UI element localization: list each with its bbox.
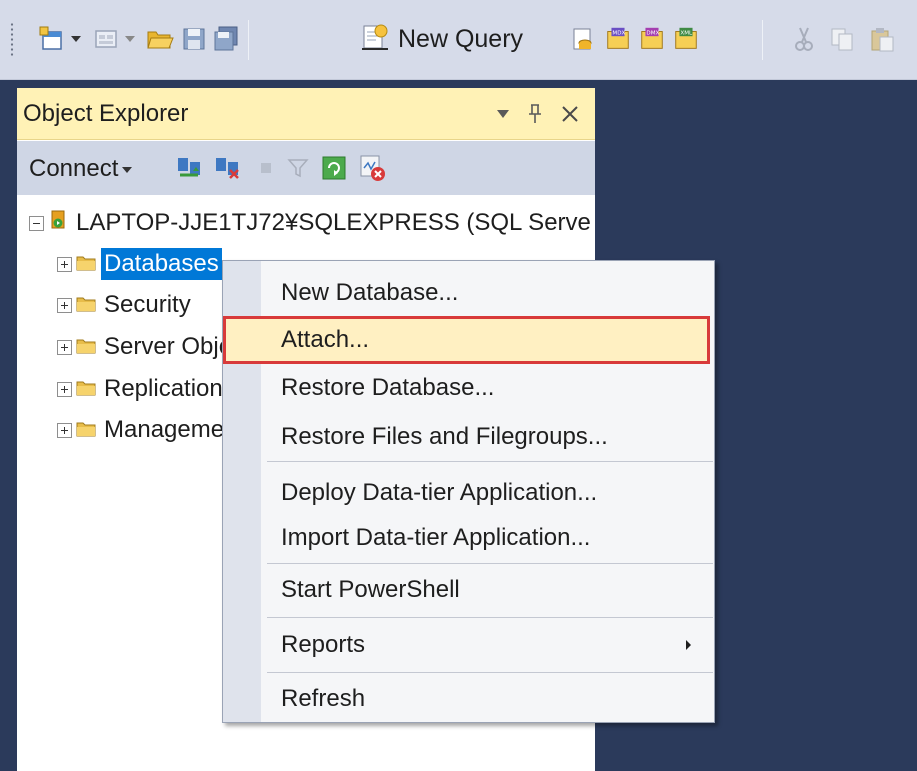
svg-text:DMX: DMX [646, 30, 659, 36]
activity-monitor-icon[interactable] [357, 153, 387, 183]
object-explorer-title-bar[interactable]: Object Explorer [17, 88, 595, 140]
connect-label: Connect [29, 155, 119, 182]
object-explorer-toolbar: Connect [17, 141, 595, 195]
filter-icon[interactable] [283, 153, 313, 183]
tree-node-security[interactable]: Security [57, 285, 194, 325]
tree-node-management[interactable]: Management [57, 410, 247, 450]
server-running-icon [48, 209, 68, 237]
menu-item-restore-files-and-filegroups[interactable]: Restore Files and Filegroups... [263, 413, 713, 461]
new-project-icon[interactable] [38, 24, 66, 54]
folder-icon [76, 250, 96, 278]
expand-icon[interactable] [57, 381, 72, 397]
main-toolbar: New Query MDX DMX XML [0, 0, 917, 80]
connect-dropdown-icon [122, 160, 133, 178]
toolbar-separator [248, 20, 249, 60]
menu-item-start-powershell[interactable]: Start PowerShell [263, 566, 713, 614]
server-node-label: LAPTOP-JJE1TJ72¥SQLEXPRESS (SQL Serve [76, 209, 591, 236]
menu-item-deploy-data-tier-application[interactable]: Deploy Data-tier Application... [263, 469, 713, 517]
new-query-icon [360, 22, 390, 57]
save-all-icon[interactable] [212, 24, 240, 54]
toolbar-grip[interactable] [10, 22, 14, 58]
add-item-icon[interactable] [92, 24, 120, 54]
menu-item-import-data-tier-application[interactable]: Import Data-tier Application... [263, 514, 713, 562]
new-query-button[interactable]: New Query [360, 22, 523, 56]
svg-text:XML: XML [680, 30, 693, 36]
collapse-icon[interactable] [29, 215, 44, 231]
menu-item-new-database[interactable]: New Database... [263, 269, 713, 317]
menu-item-reports-label: Reports [281, 631, 366, 658]
folder-icon [76, 416, 96, 444]
tree-node-label: Replication [104, 375, 223, 402]
svg-text:MDX: MDX [612, 30, 625, 36]
new-project-dropdown-icon[interactable] [70, 33, 82, 45]
menu-separator [267, 617, 713, 618]
mdx-query-icon[interactable]: MDX [604, 24, 632, 54]
server-node[interactable]: LAPTOP-JJE1TJ72¥SQLEXPRESS (SQL Serve [29, 203, 594, 243]
folder-icon [76, 291, 96, 319]
new-query-label: New Query [398, 24, 524, 53]
cut-icon[interactable] [790, 24, 818, 54]
folder-icon [76, 375, 96, 403]
open-file-icon[interactable] [146, 24, 174, 54]
databases-context-menu: New Database... Attach... Restore Databa… [222, 260, 715, 723]
close-icon[interactable] [557, 100, 583, 128]
xmla-query-icon[interactable]: XML [672, 24, 700, 54]
object-explorer-title: Object Explorer [23, 100, 189, 127]
menu-separator [267, 461, 713, 462]
refresh-icon[interactable] [319, 153, 349, 183]
add-item-dropdown-icon[interactable] [124, 33, 136, 45]
menu-separator [267, 672, 713, 673]
folder-icon [76, 333, 96, 361]
window-position-dropdown-icon[interactable] [493, 100, 513, 128]
connect-button[interactable]: Connect [29, 153, 133, 185]
submenu-arrow-icon [686, 640, 691, 650]
copy-icon[interactable] [828, 24, 856, 54]
paste-icon[interactable] [868, 24, 896, 54]
menu-separator [267, 563, 713, 564]
tree-node-label: Security [104, 291, 191, 318]
menu-item-restore-database[interactable]: Restore Database... [263, 364, 713, 412]
menu-item-attach[interactable]: Attach... [223, 316, 710, 364]
toolbar-separator [762, 20, 763, 60]
expand-icon[interactable] [57, 339, 72, 355]
dmx-query-icon[interactable]: DMX [638, 24, 666, 54]
tree-node-replication[interactable]: Replication [57, 369, 226, 409]
tree-node-databases[interactable]: Databases [57, 244, 222, 284]
expand-icon[interactable] [57, 422, 72, 438]
save-icon[interactable] [180, 24, 208, 54]
disconnect-icon[interactable] [213, 153, 243, 183]
expand-icon[interactable] [57, 297, 72, 313]
menu-item-reports[interactable]: Reports [263, 621, 713, 669]
expand-icon[interactable] [57, 256, 72, 272]
database-engine-query-icon[interactable] [568, 24, 596, 54]
tree-node-label: Databases [101, 248, 222, 280]
stop-icon[interactable] [251, 153, 281, 183]
pin-icon[interactable] [525, 100, 545, 128]
menu-item-refresh[interactable]: Refresh [263, 675, 713, 723]
connect-object-explorer-icon[interactable] [175, 153, 205, 183]
